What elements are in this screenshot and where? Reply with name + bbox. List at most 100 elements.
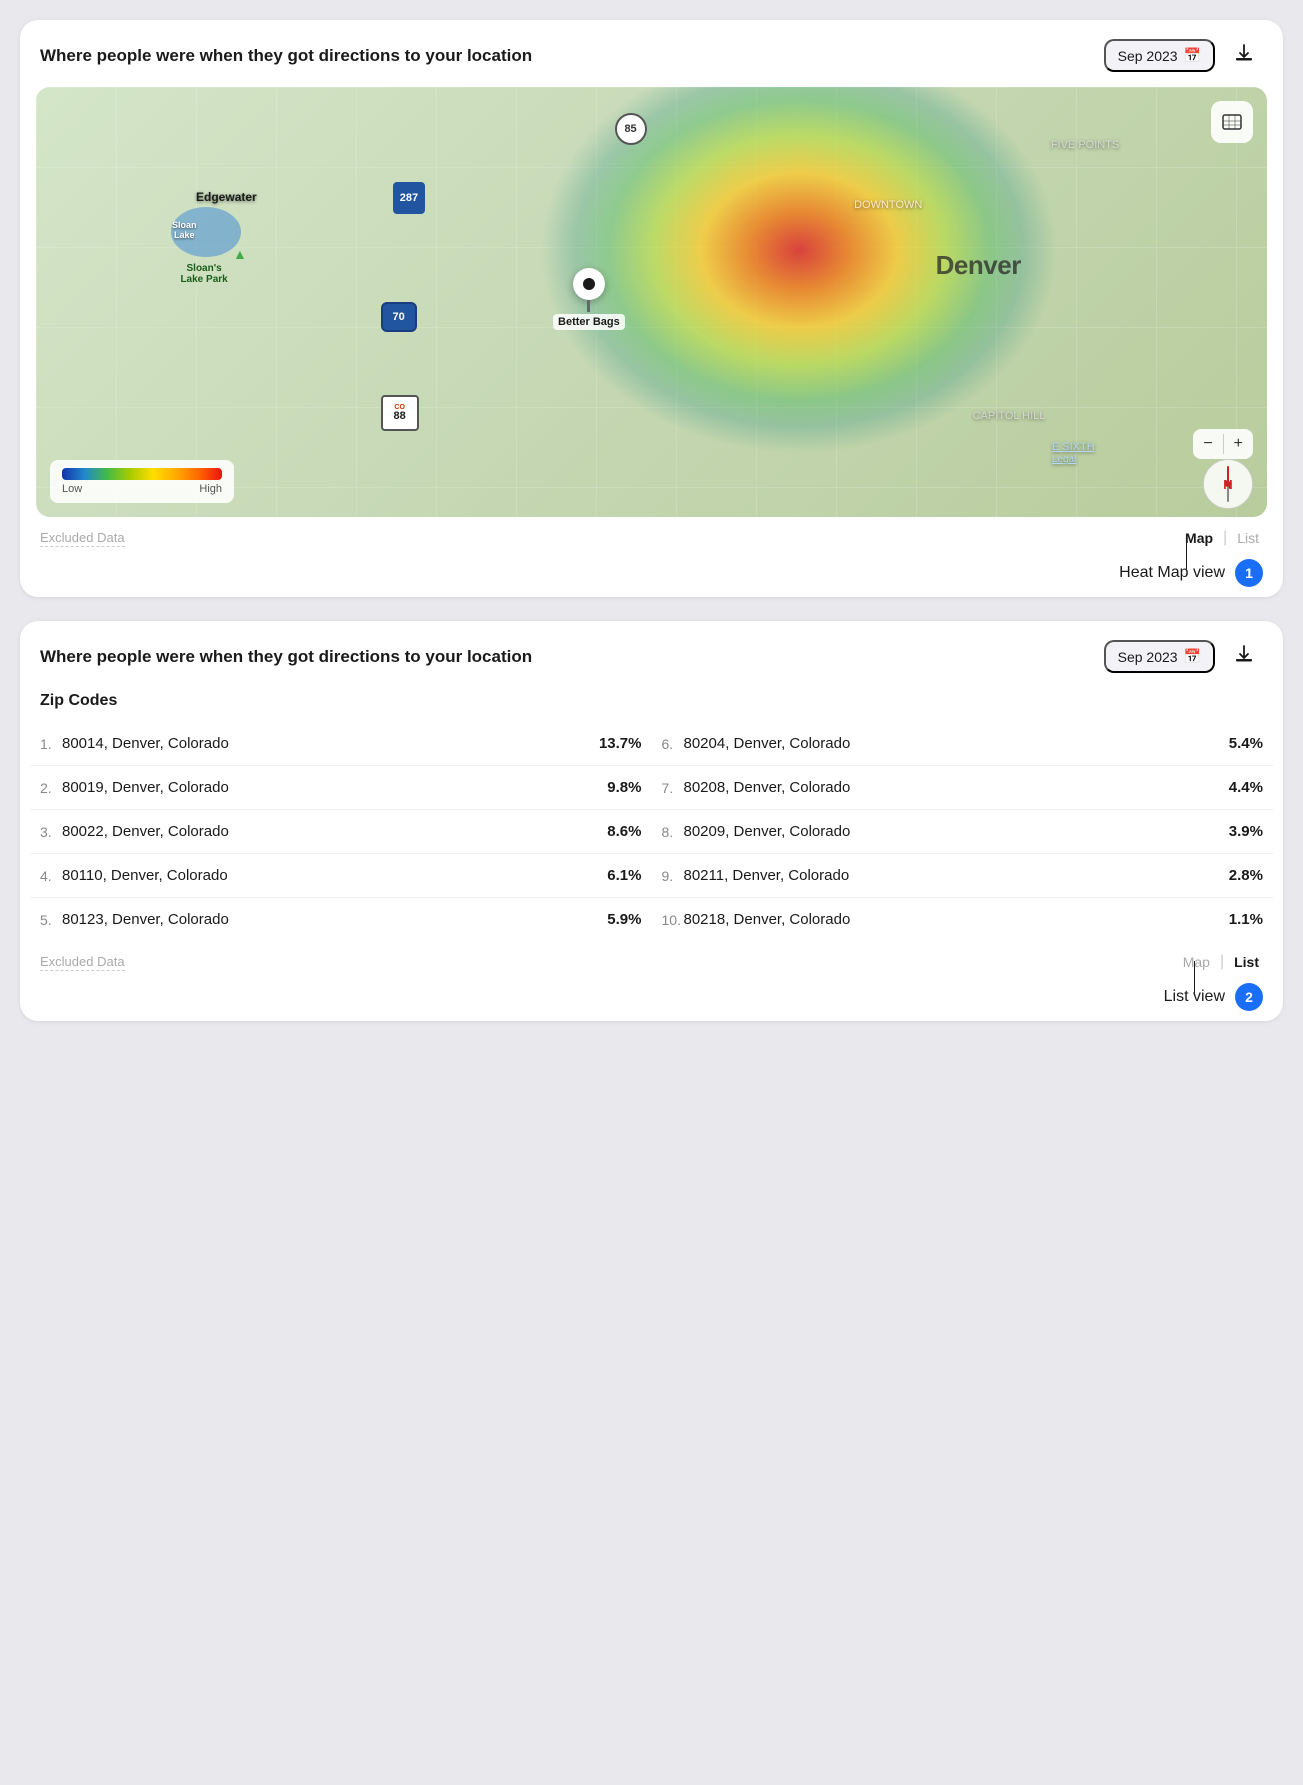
list-date-picker[interactable]: Sep 2023 📅 bbox=[1104, 640, 1215, 673]
zip-percentage: 2.8% bbox=[1211, 867, 1263, 884]
list-view-toggle: Map | List bbox=[1179, 953, 1263, 971]
list-annotation-line bbox=[1194, 961, 1196, 993]
pin-circle bbox=[573, 268, 605, 300]
zip-rank: 8. bbox=[662, 824, 684, 840]
legend-high-label: High bbox=[199, 483, 222, 495]
map-card: Where people were when they got directio… bbox=[20, 20, 1283, 597]
compass: N bbox=[1203, 459, 1253, 509]
list-export-button[interactable] bbox=[1225, 639, 1263, 674]
list-map-view-button[interactable]: Map bbox=[1179, 954, 1214, 970]
zip-rank: 3. bbox=[40, 824, 62, 840]
zip-location: 80204, Denver, Colorado bbox=[684, 735, 1212, 752]
pin-label: Better Bags bbox=[553, 314, 625, 330]
zip-section-title: Zip Codes bbox=[20, 688, 1283, 722]
zip-percentage: 4.4% bbox=[1211, 779, 1263, 796]
zip-percentage: 9.8% bbox=[590, 779, 642, 796]
map-annotation: Heat Map view 1 bbox=[1119, 559, 1263, 587]
sloans-park-arrow: ▲ bbox=[233, 246, 247, 262]
map-card-title: Where people were when they got directio… bbox=[40, 46, 532, 66]
zip-location: 80123, Denver, Colorado bbox=[62, 911, 590, 928]
zip-percentage: 8.6% bbox=[590, 823, 642, 840]
zip-percentage: 6.1% bbox=[590, 867, 642, 884]
list-list-view-button[interactable]: List bbox=[1230, 954, 1263, 970]
zip-rank: 1. bbox=[40, 736, 62, 752]
map-card-footer: Excluded Data Map | List bbox=[20, 517, 1283, 559]
zip-percentage: 3.9% bbox=[1211, 823, 1263, 840]
zip-location: 80209, Denver, Colorado bbox=[684, 823, 1212, 840]
zip-list-item: 7. 80208, Denver, Colorado 4.4% bbox=[652, 766, 1274, 810]
map-annotation-area: Heat Map view 1 bbox=[20, 559, 1283, 597]
pin-tail bbox=[587, 300, 590, 312]
map-card-header: Where people were when they got directio… bbox=[20, 20, 1283, 87]
list-view-divider: | bbox=[1220, 953, 1224, 971]
zip-rank: 4. bbox=[40, 868, 62, 884]
map-container[interactable]: Denver DOWNTOWN FIVE POINTS CAPITOL HILL… bbox=[36, 87, 1267, 517]
zip-list-item: 2. 80019, Denver, Colorado 9.8% bbox=[30, 766, 652, 810]
legend-color-bar bbox=[62, 468, 222, 480]
annotation-badge-1: 1 bbox=[1235, 559, 1263, 587]
zip-location: 80208, Denver, Colorado bbox=[684, 779, 1212, 796]
highway-70-badge: 70 bbox=[381, 302, 417, 332]
annotation-badge-2: 2 bbox=[1235, 983, 1263, 1011]
zip-percentage: 13.7% bbox=[590, 735, 642, 752]
annotation-line bbox=[1186, 537, 1188, 569]
highway-85-badge: 85 bbox=[615, 113, 647, 145]
map-export-button[interactable] bbox=[1225, 38, 1263, 73]
zip-rank: 6. bbox=[662, 736, 684, 752]
calendar-icon: 📅 bbox=[1184, 47, 1201, 64]
zip-list-item: 5. 80123, Denver, Colorado 5.9% bbox=[30, 898, 652, 941]
highway-88-badge: CO 88 bbox=[381, 395, 419, 431]
list-excluded-data[interactable]: Excluded Data bbox=[40, 954, 125, 971]
map-view-toggle: Map | List bbox=[1181, 529, 1263, 547]
zip-location: 80014, Denver, Colorado bbox=[62, 735, 590, 752]
zip-location: 80110, Denver, Colorado bbox=[62, 867, 590, 884]
list-card-title: Where people were when they got directio… bbox=[40, 647, 532, 667]
zip-right-column: 6. 80204, Denver, Colorado 5.4% 7. 80208… bbox=[652, 722, 1274, 941]
zip-location: 80211, Denver, Colorado bbox=[684, 867, 1212, 884]
list-card-header: Where people were when they got directio… bbox=[20, 621, 1283, 688]
zoom-plus-button[interactable]: + bbox=[1224, 429, 1253, 459]
map-date-picker[interactable]: Sep 2023 📅 bbox=[1104, 39, 1215, 72]
list-annotation: List view 2 bbox=[1164, 983, 1263, 1011]
zip-percentage: 5.4% bbox=[1211, 735, 1263, 752]
zoom-minus-button[interactable]: − bbox=[1193, 429, 1222, 459]
zip-list-item: 3. 80022, Denver, Colorado 8.6% bbox=[30, 810, 652, 854]
zip-list-item: 1. 80014, Denver, Colorado 13.7% bbox=[30, 722, 652, 766]
zip-list-item: 4. 80110, Denver, Colorado 6.1% bbox=[30, 854, 652, 898]
zip-list-item: 9. 80211, Denver, Colorado 2.8% bbox=[652, 854, 1274, 898]
list-view-button[interactable]: List bbox=[1233, 530, 1263, 546]
map-legend: Low High bbox=[50, 460, 234, 503]
zip-list-item: 10. 80218, Denver, Colorado 1.1% bbox=[652, 898, 1274, 941]
highway-287-badge: 287 bbox=[393, 182, 425, 214]
compass-inner: N bbox=[1204, 460, 1252, 508]
zip-rank: 10. bbox=[662, 912, 684, 928]
zip-left-column: 1. 80014, Denver, Colorado 13.7% 2. 8001… bbox=[30, 722, 652, 941]
list-card-footer: Excluded Data Map | List bbox=[20, 941, 1283, 983]
list-date-label: Sep 2023 bbox=[1118, 649, 1178, 665]
map-header-right: Sep 2023 📅 bbox=[1104, 38, 1263, 73]
zip-percentage: 5.9% bbox=[590, 911, 642, 928]
zip-location: 80218, Denver, Colorado bbox=[684, 911, 1212, 928]
heatmap-overlay bbox=[36, 87, 1267, 517]
pin-dot bbox=[583, 278, 595, 290]
zip-rank: 2. bbox=[40, 780, 62, 796]
list-header-right: Sep 2023 📅 bbox=[1104, 639, 1263, 674]
zip-list-item: 6. 80204, Denver, Colorado 5.4% bbox=[652, 722, 1274, 766]
list-card: Where people were when they got directio… bbox=[20, 621, 1283, 1021]
sloan-lake-label: SloanLake bbox=[147, 220, 222, 240]
heat-map-view-label: Heat Map view bbox=[1119, 564, 1225, 582]
location-pin: Better Bags bbox=[553, 268, 625, 330]
sloans-park-label: Sloan'sLake Park bbox=[159, 263, 249, 285]
legend-low-label: Low bbox=[62, 483, 82, 495]
zip-rank: 5. bbox=[40, 912, 62, 928]
list-annotation-area: List view 2 bbox=[20, 983, 1283, 1021]
zip-code-table: 1. 80014, Denver, Colorado 13.7% 2. 8001… bbox=[20, 722, 1283, 941]
list-calendar-icon: 📅 bbox=[1184, 648, 1201, 665]
map-excluded-data[interactable]: Excluded Data bbox=[40, 530, 125, 547]
legend-labels: Low High bbox=[62, 483, 222, 495]
zip-list-item: 8. 80209, Denver, Colorado 3.9% bbox=[652, 810, 1274, 854]
map-background: Denver DOWNTOWN FIVE POINTS CAPITOL HILL… bbox=[36, 87, 1267, 517]
map-type-button[interactable] bbox=[1211, 101, 1253, 143]
zip-percentage: 1.1% bbox=[1211, 911, 1263, 928]
zip-location: 80022, Denver, Colorado bbox=[62, 823, 590, 840]
